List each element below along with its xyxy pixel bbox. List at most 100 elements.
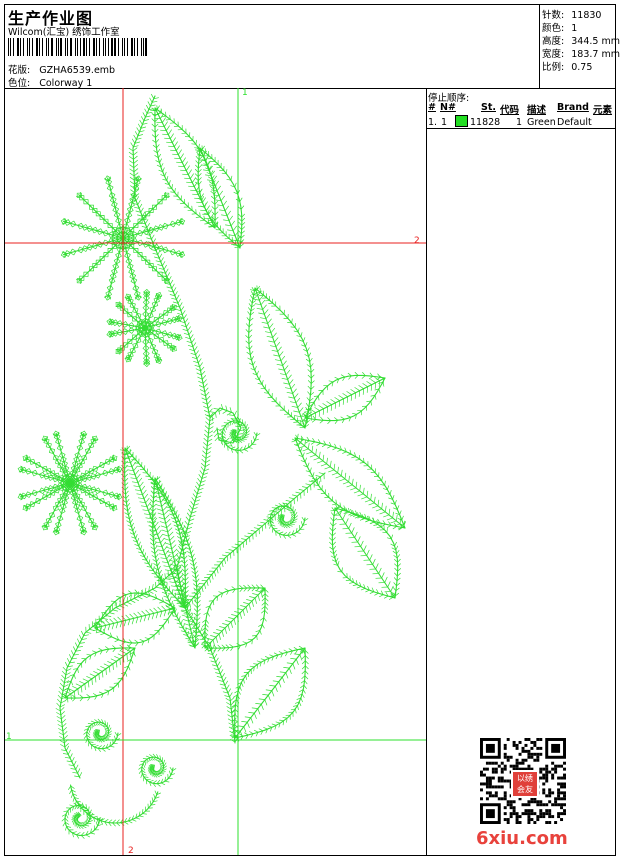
row-code: 1: [516, 117, 523, 128]
qr-module: [494, 791, 498, 795]
qr-module: [506, 738, 510, 741]
qr-module: [515, 746, 519, 750]
qr-module: [488, 782, 492, 786]
barcode-bar: [83, 38, 85, 56]
qr-module: [485, 779, 489, 783]
qr-module: [545, 794, 549, 798]
qr-module: [521, 761, 525, 765]
qr-module: [480, 782, 483, 786]
qr-module: [536, 818, 540, 822]
qr-module: [551, 761, 555, 765]
barcode-bar: [140, 38, 142, 56]
qr-module: [530, 746, 534, 750]
qr-module: [533, 740, 537, 744]
qr-module: [488, 776, 492, 780]
barcode-bar: [121, 38, 124, 56]
qr-module: [527, 764, 531, 768]
qr-module: [485, 767, 489, 771]
barcode-bar: [70, 38, 73, 56]
qr-module: [563, 761, 566, 765]
qr-module: [524, 803, 528, 807]
qr-module: [548, 770, 552, 774]
small-flower-petal-stitches: [141, 325, 177, 365]
qr-module: [545, 821, 549, 824]
qr-module: [539, 815, 543, 819]
colorway-row: 色位: Colorway 1: [8, 75, 92, 89]
spiral-mid-right-stitches: [266, 502, 309, 539]
qr-module: [497, 776, 501, 780]
qr-module: [554, 764, 558, 768]
col-header-needle: N#: [440, 102, 456, 113]
small-flower-petal-stitches: [106, 301, 148, 332]
qr-module: [500, 785, 504, 789]
qr-module: [545, 770, 549, 774]
qr-module: [500, 770, 504, 774]
qr-module: [524, 758, 528, 762]
scale-value: 0.75: [571, 62, 593, 73]
qr-module: [551, 773, 555, 777]
barcode-bar: [56, 38, 57, 56]
qr-module: [536, 815, 540, 819]
qr-module: [530, 818, 534, 822]
thread-color-swatch: [455, 115, 468, 127]
table-divider: [426, 128, 616, 129]
qr-module: [560, 791, 564, 795]
qr-module: [563, 782, 566, 786]
qr-module: [536, 800, 540, 804]
qr-module: [542, 776, 546, 780]
qr-module: [563, 785, 566, 789]
barcode-bar: [36, 38, 39, 56]
barcode-bar: [113, 38, 117, 56]
qr-module: [515, 812, 519, 816]
center-leaf-2-vein: [154, 477, 196, 649]
barcode-bar: [50, 38, 54, 56]
qr-module: [515, 758, 519, 762]
lower-leaf-2-edge-a-stitches: [233, 649, 309, 742]
col-header-index: #: [428, 102, 436, 113]
small-flower-petal-stitches: [143, 314, 183, 342]
design-file-row: 花版: GZHA6539.emb: [8, 62, 115, 76]
qr-module: [503, 752, 507, 756]
qr-module: [542, 791, 546, 795]
qr-module: [557, 776, 561, 780]
barcode-bar: [89, 38, 90, 56]
qr-module: [509, 755, 513, 759]
red-vertical-guide-label: 2: [128, 846, 134, 855]
qr-module: [542, 767, 546, 771]
qr-module: [518, 761, 522, 765]
qr-module: [521, 746, 525, 750]
qr-module: [494, 761, 498, 765]
qr-module: [482, 773, 486, 777]
barcode-bar: [118, 38, 119, 56]
qr-module: [485, 791, 489, 795]
main-stem: [132, 95, 236, 744]
qr-module: [557, 797, 561, 801]
qr-module: [482, 767, 486, 771]
qr-module: [563, 803, 566, 807]
qr-module: [542, 788, 546, 792]
qr-module: [545, 767, 549, 771]
qr-module: [503, 812, 507, 816]
qr-module: [518, 815, 522, 819]
qr-module: [536, 803, 540, 807]
qr-module: [500, 797, 504, 801]
qr-module: [527, 812, 531, 816]
qr-module: [497, 779, 501, 783]
small-flower-petal-stitches: [141, 291, 177, 331]
qr-module: [545, 776, 549, 780]
qr-module: [551, 767, 555, 771]
qr-module: [509, 806, 513, 810]
qr-module: [563, 776, 566, 780]
height-row: 高度: 344.5 mm: [542, 33, 620, 47]
qr-module: [485, 782, 489, 786]
qr-module: [545, 773, 549, 777]
barcode-bar: [66, 38, 69, 56]
qr-module: [548, 812, 552, 816]
qr-module: [506, 821, 510, 824]
row-stitches: 11828: [470, 117, 501, 128]
left-flower-petal: [19, 468, 73, 498]
qr-module: [545, 779, 549, 783]
qr-module: [503, 767, 507, 771]
qr-module: [506, 755, 510, 759]
qr-module: [527, 818, 531, 822]
